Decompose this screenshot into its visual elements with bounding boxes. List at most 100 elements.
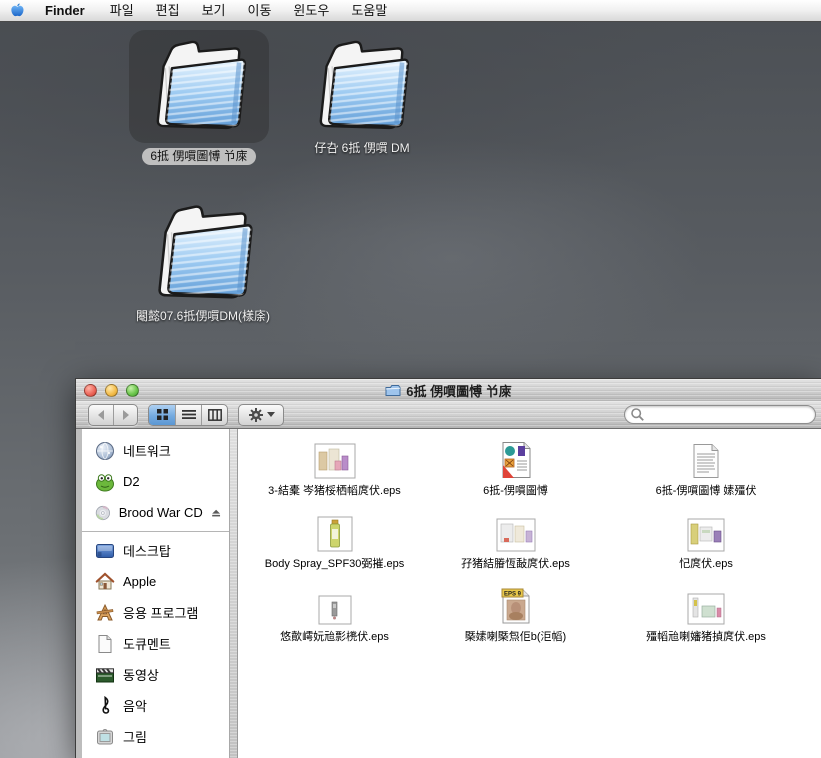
documents-icon (95, 634, 115, 654)
file-name: 6抵-侽嘪圖愽 嫊殭伏 (656, 482, 757, 498)
applications-icon (95, 603, 115, 623)
close-button[interactable] (84, 384, 97, 397)
minimize-button[interactable] (105, 384, 118, 397)
spray-bottle-thumbnail-icon (317, 516, 353, 552)
folder-label: 閹懿07.6抵侽嘪DM(樣庩) (128, 309, 278, 324)
folder-icon (306, 36, 418, 134)
menu-finder[interactable]: Finder (34, 0, 99, 21)
folder-icon (144, 200, 262, 304)
forward-button[interactable] (113, 405, 137, 425)
svg-text:EPS 9: EPS 9 (503, 592, 521, 598)
folder-label: 6抵 侽嘪圖愽 兯庲 (142, 148, 255, 165)
eps9-photo-document-icon: EPS 9 (500, 587, 532, 625)
menu-help[interactable]: 도움말 (340, 0, 398, 21)
sidebar-item-applications[interactable]: 응용 프로그램 (82, 597, 229, 628)
menu-file[interactable]: 파일 (99, 0, 145, 21)
sidebar-resize-divider[interactable] (230, 429, 238, 758)
sidebar-divider (82, 531, 229, 532)
products-thumbnail-icon (687, 593, 725, 625)
menu-window[interactable]: 윈도우 (282, 0, 340, 21)
column-view-button[interactable] (201, 405, 227, 425)
sidebar-item-movies[interactable]: 동영상 (82, 659, 229, 690)
toolbar (76, 401, 821, 429)
sidebar-label: 응용 프로그램 (123, 603, 198, 622)
file-item[interactable]: 孖猪結膡恆敮庹伏.eps (425, 512, 606, 585)
apple-menu[interactable] (0, 2, 34, 19)
title-bar[interactable]: 6抵 侽嘪圖愽 兯庲 (76, 379, 821, 401)
sidebar-item-pictures[interactable]: 그림 (82, 721, 229, 752)
file-name: 悠歕嶀妧兘彯橷伏.eps (280, 628, 389, 644)
eps-illustrator-document-icon (500, 441, 532, 479)
file-name: 殭幍兘喇嬸猪揁庹伏.eps (646, 628, 766, 644)
file-item[interactable]: Body Spray_SPF30弼摧.eps (244, 512, 425, 585)
back-arrow-icon (95, 409, 107, 421)
file-item[interactable]: EPS 9 槩嫊喇槩炰佢b(洰幍) (425, 585, 606, 658)
pictures-icon (95, 727, 115, 747)
file-item[interactable]: 殭幍兘喇嬸猪揁庹伏.eps (606, 585, 806, 658)
sidebar-item-d2[interactable]: D2 (82, 466, 229, 497)
sidebar-item-documents[interactable]: 도큐멘트 (82, 628, 229, 659)
sidebar-label: 데스크탑 (123, 541, 171, 560)
file-item[interactable]: 3-結橐 岑猪桵栖幍庹伏.eps (244, 439, 425, 512)
finder-window: 6抵 侽嘪圖愽 兯庲 (75, 378, 821, 758)
sidebar-item-home-apple[interactable]: Apple (82, 566, 229, 597)
search-field[interactable] (624, 405, 816, 424)
plain-text-document-icon (691, 443, 721, 479)
desktop-wallpaper: Finder 파일 편집 보기 이동 윈도우 도움말 6抵 侽嘪圖愽 兯庲 (0, 0, 821, 758)
file-name: Body Spray_SPF30弼摧.eps (265, 555, 404, 571)
view-switcher (148, 404, 228, 426)
desktop-folder-selected[interactable]: 6抵 侽嘪圖愽 兯庲 (126, 30, 272, 165)
menu-go[interactable]: 이동 (237, 0, 283, 21)
nav-buttons (88, 404, 138, 426)
menu-edit[interactable]: 편집 (145, 0, 191, 21)
cd-disc-icon (95, 503, 111, 523)
frog-character-icon (95, 472, 115, 492)
file-item[interactable]: 6抵-侽嘪圖愽 (425, 439, 606, 512)
sidebar-item-music[interactable]: 음악 (82, 690, 229, 721)
movies-icon (95, 665, 115, 685)
network-globe-icon (95, 441, 115, 461)
sidebar-item-desktop[interactable]: 데스크탑 (82, 535, 229, 566)
file-area: 3-結橐 岑猪桵栖幍庹伏.eps 6抵 (238, 429, 821, 758)
sidebar-label: 동영상 (123, 665, 159, 684)
desktop-folder[interactable]: 仔叴 6抵 侽嘪 DM (297, 36, 427, 156)
products-thumbnail-icon (496, 518, 536, 552)
search-icon (630, 407, 645, 422)
gear-icon (248, 407, 264, 423)
sidebar-label: Brood War CD (119, 505, 203, 520)
back-button[interactable] (89, 405, 113, 425)
sidebar-label: D2 (123, 474, 140, 489)
forward-arrow-icon (120, 409, 132, 421)
sidebar-label: Apple (123, 574, 156, 589)
sidebar: 네트워크 D2 (82, 429, 230, 758)
file-name: 槩嫊喇槩炰佢b(洰幍) (465, 628, 566, 644)
small-product-thumbnail-icon (318, 595, 352, 625)
file-item[interactable]: 悠歕嶀妧兘彯橷伏.eps (244, 585, 425, 658)
desktop-folder[interactable]: 閹懿07.6抵侽嘪DM(樣庩) (125, 200, 281, 324)
sidebar-label: 도큐멘트 (123, 634, 171, 653)
window-body: 네트워크 D2 (76, 429, 821, 758)
folder-label: 仔叴 6抵 侽嘪 DM (314, 139, 409, 156)
eject-icon[interactable] (211, 506, 221, 519)
list-view-icon (182, 409, 196, 421)
sidebar-label: 네트워크 (123, 441, 171, 460)
desktop-icon (95, 541, 115, 561)
file-name: 3-結橐 岑猪桵栖幍庹伏.eps (268, 482, 401, 498)
file-item[interactable]: 忋庹伏.eps (606, 512, 806, 585)
products-thumbnail-icon (687, 518, 725, 552)
music-icon (95, 696, 115, 716)
list-view-button[interactable] (175, 405, 201, 425)
menu-view[interactable]: 보기 (191, 0, 237, 21)
folder-icon (143, 36, 255, 134)
home-icon (95, 572, 115, 592)
dropdown-caret-icon (267, 412, 275, 417)
action-button[interactable] (238, 404, 284, 426)
file-name: 6抵-侽嘪圖愽 (483, 482, 548, 498)
zoom-button[interactable] (126, 384, 139, 397)
sidebar-label: 음악 (123, 696, 147, 715)
icon-view-button[interactable] (149, 405, 175, 425)
sidebar-item-brood-war-cd[interactable]: Brood War CD (82, 497, 229, 528)
sidebar-item-network[interactable]: 네트워크 (82, 435, 229, 466)
mini-folder-icon (385, 384, 401, 397)
file-item[interactable]: 6抵-侽嘪圖愽 嫊殭伏 (606, 439, 806, 512)
